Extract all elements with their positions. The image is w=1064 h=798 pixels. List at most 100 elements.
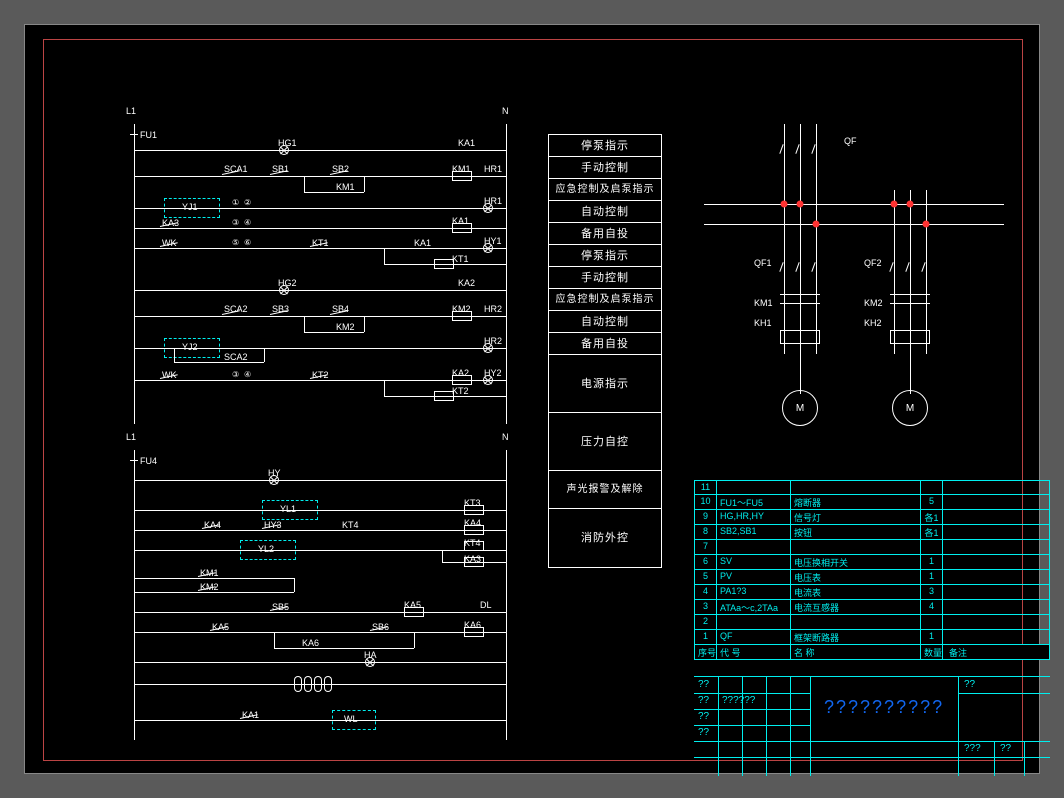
func-item: 手动控制 bbox=[549, 157, 661, 179]
tb-label: ?????? bbox=[722, 695, 755, 706]
motor-2: M bbox=[892, 390, 928, 426]
func-item: 消防外控 bbox=[549, 509, 661, 567]
pin-1: ① bbox=[232, 198, 239, 207]
terminal-l1: L1 bbox=[126, 106, 136, 116]
label-kt3: KT3 bbox=[464, 498, 481, 508]
rung-12 bbox=[134, 530, 506, 531]
transformer-icon bbox=[294, 676, 344, 692]
func-item: 电源指示 bbox=[549, 355, 661, 413]
pin-4b: ④ bbox=[244, 370, 251, 379]
pin-4: ④ bbox=[244, 218, 251, 227]
pin-2: ② bbox=[244, 198, 251, 207]
pin-6: ⑥ bbox=[244, 238, 251, 247]
pin-3b: ③ bbox=[232, 370, 239, 379]
rung-1 bbox=[134, 150, 506, 151]
label-km2-p: KM2 bbox=[864, 298, 883, 308]
lamp-hg1 bbox=[279, 145, 289, 155]
rung-7 bbox=[134, 316, 506, 317]
label-yl1: YL1 bbox=[280, 504, 296, 514]
coil-kt1 bbox=[434, 259, 454, 269]
func-item: 停泵指示 bbox=[549, 135, 661, 157]
label-sca2-b: SCA2 bbox=[224, 352, 248, 362]
rung-2 bbox=[134, 176, 506, 177]
tb-label: ?? bbox=[698, 727, 709, 738]
parts-row: 2 bbox=[694, 615, 1050, 630]
rung-13 bbox=[134, 550, 506, 551]
label-ka6-coil: KA6 bbox=[464, 620, 481, 630]
label-dl: DL bbox=[480, 600, 492, 610]
label-ka1: KA1 bbox=[452, 216, 469, 226]
parts-row: 10 FU1～FU5 熔断器 5 bbox=[694, 495, 1050, 510]
func-item: 压力自控 bbox=[549, 413, 661, 471]
func-item: 应急控制及启泵指示 bbox=[549, 179, 661, 201]
label-km1-aux: KM1 bbox=[336, 182, 355, 192]
parts-row: 7 bbox=[694, 540, 1050, 555]
label-ka5-coil: KA5 bbox=[404, 600, 421, 610]
label-ka2: KA2 bbox=[452, 368, 469, 378]
func-item: 自动控制 bbox=[549, 311, 661, 333]
rung-4 bbox=[134, 228, 506, 229]
tb-label: ?? bbox=[698, 679, 709, 690]
func-item: 声光报警及解除 bbox=[549, 471, 661, 509]
label-hy2: HY2 bbox=[484, 368, 502, 378]
rung-10 bbox=[134, 480, 506, 481]
bus-h1 bbox=[704, 204, 1004, 205]
tb-label: ?? bbox=[1000, 743, 1011, 754]
label-qf1: QF1 bbox=[754, 258, 772, 268]
label-hy: HY bbox=[268, 468, 281, 478]
parts-row: 5 PV 电压表 1 bbox=[694, 570, 1050, 585]
thermal-kh2 bbox=[890, 330, 930, 344]
label-kt4: KT4 bbox=[342, 520, 359, 530]
lamp-hg2 bbox=[279, 285, 289, 295]
label-ka3-coil: KA3 bbox=[464, 554, 481, 564]
label-fu1: FU1 bbox=[140, 130, 157, 140]
label-kh1: KH1 bbox=[754, 318, 772, 328]
label-kt2-coil: KT2 bbox=[452, 386, 469, 396]
func-item: 手动控制 bbox=[549, 267, 661, 289]
rung-11 bbox=[134, 510, 506, 511]
label-hr2: HR2 bbox=[484, 336, 502, 346]
terminal-l1-b: L1 bbox=[126, 432, 136, 442]
label-ka6: KA6 bbox=[302, 638, 319, 648]
bus-l1 bbox=[134, 124, 135, 424]
label-kt4-coil: KT4 bbox=[464, 538, 481, 548]
label-hr1: HR1 bbox=[484, 196, 502, 206]
label-ka4-coil: KA4 bbox=[464, 518, 481, 528]
label-km2-aux: KM2 bbox=[336, 322, 355, 332]
thermal-kh1 bbox=[780, 330, 820, 344]
parts-row: 11 bbox=[694, 480, 1050, 495]
rung-16 bbox=[134, 632, 506, 633]
label-hr2-r7: HR2 bbox=[484, 304, 502, 314]
coil-km2 bbox=[452, 311, 472, 321]
label-qf2: QF2 bbox=[864, 258, 882, 268]
title-block: ?? ?? ?? ?? ?????? ?? ??? ?? ?????????? bbox=[694, 676, 1050, 775]
func-item: 停泵指示 bbox=[549, 245, 661, 267]
parts-header: 序号 代 号 名 称 数量 备注 bbox=[694, 645, 1050, 660]
function-list: 停泵指示 手动控制 应急控制及启泵指示 自动控制 备用自投 停泵指示 手动控制 … bbox=[548, 134, 662, 568]
parts-row: 1 QF 框架断路器 1 bbox=[694, 630, 1050, 645]
label-kt1-coil: KT1 bbox=[452, 254, 469, 264]
label-ka1-top: KA1 bbox=[458, 138, 475, 148]
label-wl: WL bbox=[344, 714, 358, 724]
rung-18 bbox=[134, 720, 506, 721]
label-yl2: YL2 bbox=[258, 544, 274, 554]
func-item: 自动控制 bbox=[549, 201, 661, 223]
label-ka1-r5: KA1 bbox=[414, 238, 431, 248]
bus-h2 bbox=[704, 224, 1004, 225]
label-hy1: HY1 bbox=[484, 236, 502, 246]
label-yj1: YJ1 bbox=[182, 202, 198, 212]
parts-row: 8 SB2,SB1 按钮 各1 bbox=[694, 525, 1050, 540]
func-item: 应急控制及启泵指示 bbox=[549, 289, 661, 311]
tb-label: ?? bbox=[698, 695, 709, 706]
terminal-n-b: N bbox=[502, 432, 509, 442]
rung-6 bbox=[134, 290, 506, 291]
tb-label: ?? bbox=[964, 679, 975, 690]
label-km1-p: KM1 bbox=[754, 298, 773, 308]
bus-n bbox=[506, 124, 507, 424]
power-phase-a1 bbox=[784, 124, 785, 354]
rung-2b bbox=[304, 192, 364, 193]
tb-label: ??? bbox=[964, 743, 981, 754]
coil-km1 bbox=[452, 171, 472, 181]
parts-row: 4 PA1?3 电流表 3 bbox=[694, 585, 1050, 600]
label-hr1-r2: HR1 bbox=[484, 164, 502, 174]
